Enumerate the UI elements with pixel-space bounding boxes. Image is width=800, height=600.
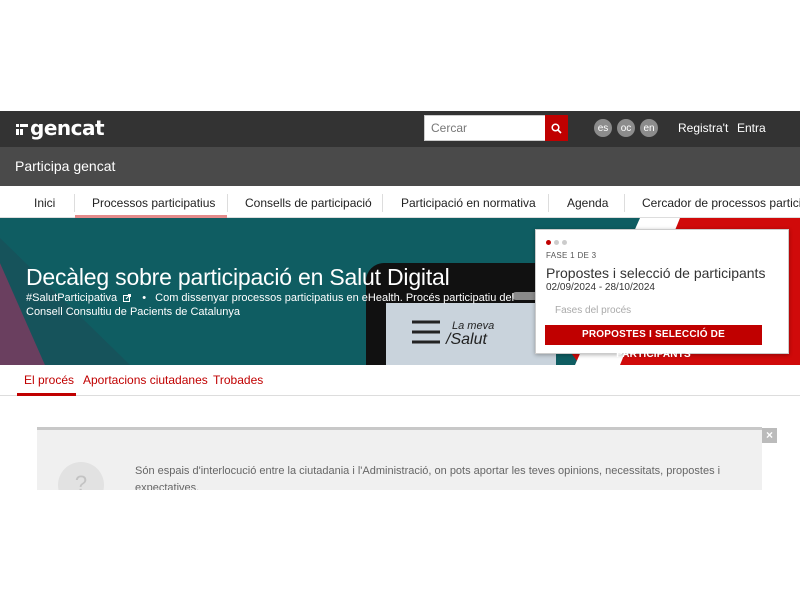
info-callout: ? Són espais d'interlocució entre la ciu… bbox=[37, 427, 762, 490]
tab-active-indicator bbox=[17, 393, 76, 396]
process-description-line-2: Consell Consultiu de Pacients de Catalun… bbox=[26, 306, 241, 318]
tab-aportacions[interactable]: Aportacions ciutadanes bbox=[83, 373, 208, 387]
language-en-button[interactable]: en bbox=[640, 119, 658, 137]
search-button[interactable] bbox=[545, 115, 568, 141]
main-nav: Inici Processos participatius Consells d… bbox=[0, 186, 800, 218]
question-icon: ? bbox=[58, 462, 104, 490]
phase-dot bbox=[554, 240, 559, 245]
nav-item-agenda[interactable]: Agenda bbox=[567, 186, 608, 218]
nav-divider bbox=[624, 194, 625, 212]
nav-item-inici[interactable]: Inici bbox=[34, 186, 55, 218]
description-text: Com dissenyar processos participatius en… bbox=[155, 292, 515, 304]
phase-dot bbox=[562, 240, 567, 245]
phase-title: Propostes i selecció de participants bbox=[546, 265, 766, 281]
nav-divider bbox=[382, 194, 383, 212]
register-link[interactable]: Registra't bbox=[678, 121, 728, 135]
tab-el-proces[interactable]: El procés bbox=[24, 373, 74, 387]
external-link-icon bbox=[123, 294, 132, 302]
close-info-button[interactable]: × bbox=[762, 428, 777, 443]
language-es-button[interactable]: es bbox=[594, 119, 612, 137]
page: gencat es oc en Registra't Entra Partici… bbox=[0, 0, 800, 600]
phase-dates: 02/09/2024 - 28/10/2024 bbox=[546, 282, 655, 293]
phase-action-button[interactable]: PROPOSTES I SELECCIÓ DE PARTICIPANTS bbox=[545, 325, 762, 360]
phase-progress-dots bbox=[546, 240, 567, 245]
phases-link[interactable]: Fases del procés bbox=[555, 305, 631, 316]
tab-trobades[interactable]: Trobades bbox=[213, 373, 263, 387]
gencat-logo-icon bbox=[16, 121, 28, 135]
phase-dot-active bbox=[546, 240, 551, 245]
site-title[interactable]: Participa gencat bbox=[15, 158, 115, 174]
info-text: Són espais d'interlocució entre la ciuta… bbox=[135, 465, 721, 490]
nav-item-cercador[interactable]: Cercador de processos participatius bbox=[642, 186, 800, 218]
nav-item-consells[interactable]: Consells de participació bbox=[245, 186, 372, 218]
login-link[interactable]: Entra bbox=[737, 121, 766, 135]
hashtag-link[interactable]: #SalutParticipativa bbox=[26, 292, 117, 304]
gencat-logo[interactable]: gencat bbox=[16, 116, 105, 140]
site-title-bar: Participa gencat bbox=[0, 147, 800, 186]
nav-item-normativa[interactable]: Participació en normativa bbox=[401, 186, 536, 218]
nav-item-processos[interactable]: Processos participatius bbox=[92, 186, 215, 218]
logo-text: gencat bbox=[30, 116, 105, 140]
language-oc-button[interactable]: oc bbox=[617, 119, 635, 137]
phone-screen-brand: /Salut bbox=[446, 331, 487, 348]
phase-card: FASE 1 DE 3 Propostes i selecció de part… bbox=[535, 229, 789, 360]
process-description-line-1: #SalutParticipativa • Com dissenyar proc… bbox=[26, 292, 514, 304]
search-input[interactable] bbox=[424, 115, 545, 141]
top-bar: gencat es oc en Registra't Entra bbox=[0, 111, 800, 147]
nav-divider bbox=[74, 194, 75, 212]
phase-counter: FASE 1 DE 3 bbox=[546, 251, 597, 260]
bullet-separator-icon: • bbox=[142, 292, 147, 304]
search-icon bbox=[551, 122, 562, 134]
nav-divider bbox=[548, 194, 549, 212]
process-title: Decàleg sobre participació en Salut Digi… bbox=[26, 264, 450, 290]
nav-divider bbox=[227, 194, 228, 212]
process-tabs: El procés Aportacions ciutadanes Trobade… bbox=[0, 365, 800, 396]
